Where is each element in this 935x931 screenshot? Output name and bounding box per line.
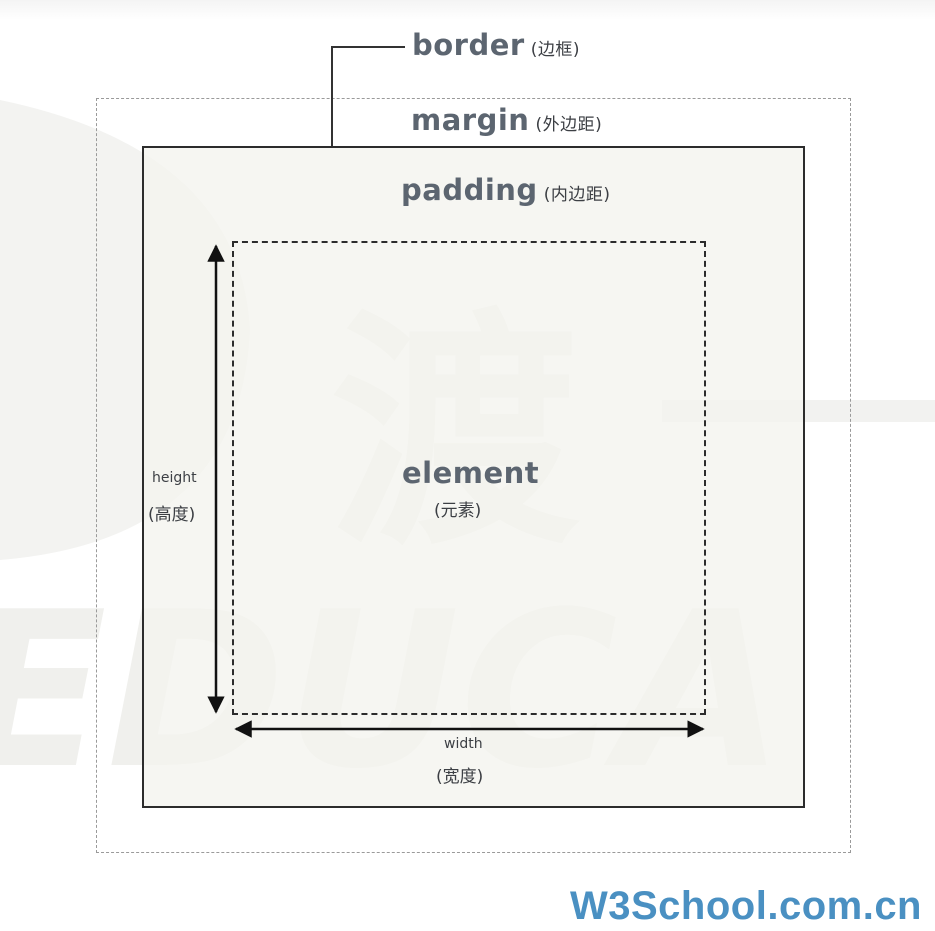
margin-label-cn: (外边距) — [535, 115, 603, 135]
site-watermark-text: W3School.com.cn — [570, 884, 922, 928]
height-label-cn: (高度) — [148, 505, 196, 525]
border-label-cn: (边框) — [530, 40, 580, 60]
element-label-cn: (元素) — [434, 501, 482, 521]
width-label: width — [444, 736, 483, 752]
padding-label: padding (内边距) — [401, 173, 610, 207]
margin-label: margin (外边距) — [411, 103, 602, 137]
padding-label-cn: (内边距) — [543, 185, 611, 205]
border-label-text: border — [412, 28, 525, 62]
margin-label-text: margin — [411, 103, 530, 137]
padding-label-text: padding — [401, 173, 538, 207]
element-label: element — [402, 456, 540, 490]
border-label: border (边框) — [412, 28, 580, 62]
height-label: height — [152, 470, 197, 486]
width-label-cn: (宽度) — [436, 767, 484, 787]
